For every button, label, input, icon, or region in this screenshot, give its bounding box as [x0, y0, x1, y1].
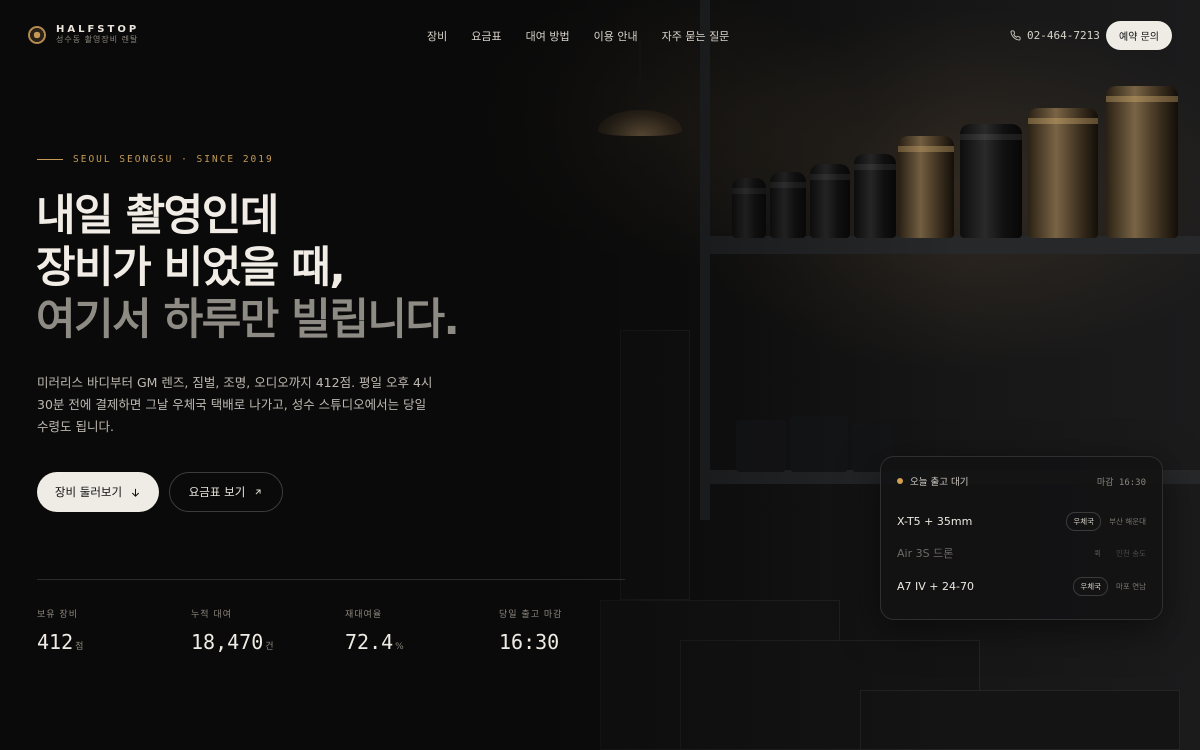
- nav-item-pricing[interactable]: 요금표: [471, 28, 501, 44]
- phone-icon: [1010, 30, 1021, 41]
- reservation-inquiry-button[interactable]: 예약 문의: [1106, 21, 1172, 50]
- shipping-method-badge: 퀵: [1094, 548, 1102, 558]
- hero-description: 미러리스 바디부터 GM 렌즈, 짐벌, 조명, 오디오까지 412점. 평일 …: [37, 375, 433, 434]
- panel-deadline: 마감 16:30: [1096, 477, 1146, 488]
- stat-label: 당일 출고 마감: [499, 610, 563, 620]
- stats-divider: [37, 579, 625, 580]
- stat-label: 재대여율: [345, 610, 383, 620]
- logo-icon: [28, 25, 46, 44]
- hero-eyebrow: SEOUL SEONGSU · SINCE 2019: [37, 154, 274, 165]
- stat-same-day-cutoff: 당일 출고 마감 16:30: [499, 607, 562, 654]
- view-pricing-button[interactable]: 요금표 보기: [169, 472, 283, 512]
- hero-title: 내일 촬영인데 장비가 비었을 때, 여기서 하루만 빌립니다.: [36, 190, 460, 346]
- stat-value: 16:30: [499, 630, 560, 654]
- stat-rerental-rate: 재대여율 72.4%: [345, 607, 404, 654]
- stat-label: 누적 대여: [191, 610, 232, 620]
- brand-name: HALFSTOP: [56, 24, 140, 35]
- stat-label: 보유 장비: [37, 610, 78, 620]
- nav-item-how-to-rent[interactable]: 대여 방법: [526, 28, 570, 44]
- logo[interactable]: HALFSTOP 성수동 촬영장비 렌탈: [28, 24, 139, 45]
- shipping-queue-panel: 오늘 출고 대기 마감 16:30 X-T5 + 35mm 우체국 부산 해운대…: [880, 456, 1163, 620]
- destination: 인천 송도: [1116, 548, 1146, 558]
- item-name: A7 IV + 24-70: [897, 579, 974, 593]
- shipping-item-row[interactable]: Air 3S 드론 퀵 인천 송도: [897, 545, 1146, 561]
- stat-unit: %: [395, 642, 404, 652]
- site-header: HALFSTOP 성수동 촬영장비 렌탈 장비 요금표 대여 방법 이용 안내 …: [0, 0, 1200, 72]
- item-name: Air 3S 드론: [897, 547, 954, 560]
- nav-item-guide[interactable]: 이용 안내: [594, 28, 638, 44]
- stat-unit: 건: [265, 642, 274, 652]
- browse-equipment-button[interactable]: 장비 둘러보기: [37, 472, 159, 512]
- stat-value: 72.4: [345, 630, 394, 654]
- phone-link[interactable]: 02-464-7213: [1010, 29, 1100, 42]
- hero-title-line-2: 장비가 비었을 때,: [36, 243, 346, 293]
- main-nav: 장비 요금표 대여 방법 이용 안내 자주 묻는 질문: [427, 28, 729, 44]
- shipping-item-row[interactable]: X-T5 + 35mm 우체국 부산 해운대: [897, 511, 1146, 531]
- stat-value: 412: [37, 630, 74, 654]
- destination: 부산 해운대: [1109, 516, 1146, 526]
- view-pricing-label: 요금표 보기: [188, 485, 246, 499]
- stat-unit: 점: [75, 642, 84, 652]
- phone-number: 02-464-7213: [1027, 29, 1100, 42]
- browse-equipment-label: 장비 둘러보기: [54, 485, 123, 499]
- nav-item-equipment[interactable]: 장비: [427, 28, 447, 44]
- brand-tagline: 성수동 촬영장비 렌탈: [56, 35, 139, 44]
- status-dot: [897, 478, 903, 484]
- arrow-up-right-icon: [255, 489, 261, 495]
- hero-title-line-3: 여기서 하루만 빌립니다.: [36, 295, 460, 345]
- stat-value: 18,470: [191, 630, 264, 654]
- nav-item-faq[interactable]: 자주 묻는 질문: [662, 28, 730, 44]
- arrow-down-icon: [131, 488, 140, 497]
- shipping-method-badge: 우체국: [1073, 576, 1109, 596]
- eyebrow-text: SEOUL SEONGSU · SINCE 2019: [73, 154, 274, 165]
- panel-title: 오늘 출고 대기: [910, 477, 969, 488]
- stat-equipment-count: 보유 장비 412 점: [37, 607, 83, 654]
- shipping-method-badge: 우체국: [1066, 511, 1102, 531]
- stat-total-rentals: 누적 대여 18,470 건: [191, 607, 274, 654]
- item-name: X-T5 + 35mm: [897, 514, 973, 528]
- destination: 마포 연남: [1116, 581, 1146, 591]
- shipping-item-row[interactable]: A7 IV + 24-70 우체국 마포 연남: [897, 576, 1146, 596]
- hero-title-line-1: 내일 촬영인데: [36, 191, 279, 241]
